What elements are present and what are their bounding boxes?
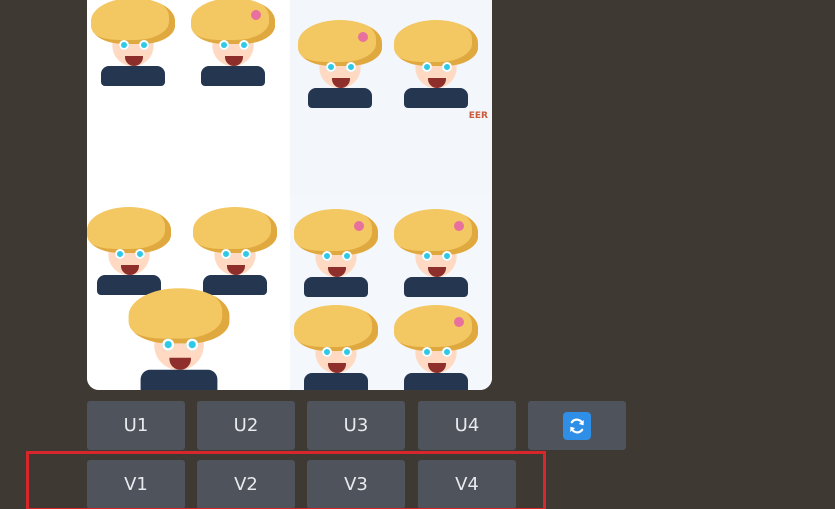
- upscale-button-4[interactable]: U4: [418, 401, 516, 450]
- upscale-button-1[interactable]: U1: [87, 401, 185, 450]
- variation-button-3[interactable]: V3: [307, 460, 405, 509]
- upscale-button-3[interactable]: U3: [307, 401, 405, 450]
- character-face: [393, 305, 478, 390]
- character-face: [128, 288, 230, 390]
- chat-message: EER U1 U2 U3 U4 V1 V2 V3 V4: [0, 0, 835, 509]
- image-watermark: EER: [468, 111, 488, 121]
- generated-image-grid[interactable]: EER: [87, 0, 492, 390]
- character-face: [297, 20, 382, 108]
- character-face: [393, 209, 478, 297]
- reroll-button[interactable]: [528, 401, 626, 450]
- image-quadrant-3: [87, 195, 290, 390]
- refresh-icon: [563, 411, 591, 440]
- image-quadrant-4: [289, 195, 492, 390]
- character-face: [293, 305, 378, 390]
- variation-button-2[interactable]: V2: [197, 460, 295, 509]
- character-face: [191, 0, 275, 86]
- image-quadrant-2: EER: [289, 0, 492, 195]
- character-face: [91, 0, 175, 86]
- image-quadrant-1: [87, 0, 290, 195]
- upscale-button-2[interactable]: U2: [197, 401, 295, 450]
- image-quadrants: EER: [87, 0, 492, 390]
- character-face: [87, 207, 171, 295]
- character-face: [393, 20, 478, 108]
- variation-button-1[interactable]: V1: [87, 460, 185, 509]
- character-face: [293, 209, 378, 297]
- variation-button-4[interactable]: V4: [418, 460, 516, 509]
- character-face: [193, 207, 277, 295]
